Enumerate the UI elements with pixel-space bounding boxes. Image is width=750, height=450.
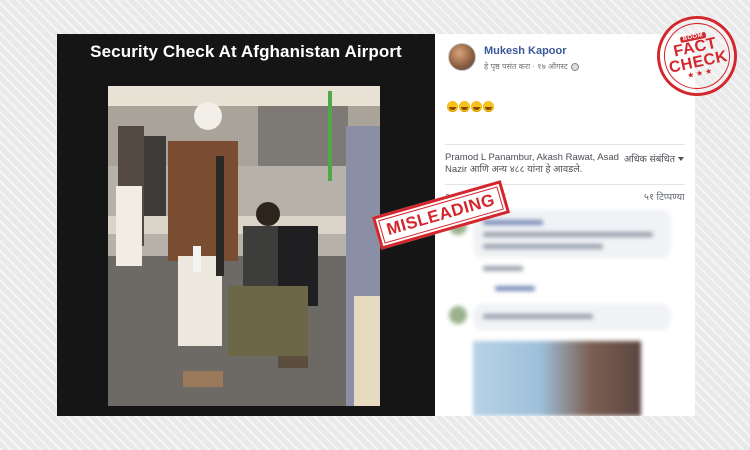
stamp-line-1: FACT bbox=[672, 34, 719, 61]
comment-line bbox=[483, 244, 603, 249]
rolling-on-floor-laughing-icon bbox=[483, 101, 494, 112]
chevron-down-icon bbox=[678, 157, 685, 162]
comment-line bbox=[483, 314, 593, 319]
comments-count[interactable]: ५१ टिप्पण्या bbox=[644, 190, 685, 203]
stamp-stars: ★★★ bbox=[686, 65, 716, 81]
post-meta-text[interactable]: हे पृष्ठ पसंत करा · १७ ऑगस्ट bbox=[484, 61, 568, 72]
stamp-line-2: CHECK bbox=[667, 47, 730, 77]
rolling-on-floor-laughing-icon bbox=[459, 101, 470, 112]
author-name[interactable]: Mukesh Kapoor bbox=[484, 45, 567, 57]
comment-sort-dropdown[interactable]: अधिक संबंधित bbox=[624, 152, 685, 165]
facebook-post-panel: Mukesh Kapoor हे पृष्ठ पसंत करा · १७ ऑगस… bbox=[435, 34, 695, 416]
comment-line bbox=[483, 220, 543, 225]
airport-security-photo[interactable] bbox=[108, 86, 380, 406]
globe-icon bbox=[570, 62, 579, 71]
reactions-summary[interactable]: Pramod L Panambur, Akash Rawat, Asad Naz… bbox=[445, 152, 625, 176]
comment-sort-label: अधिक संबंधित bbox=[624, 154, 676, 165]
comment-line bbox=[495, 286, 535, 291]
rolling-on-floor-laughing-icon bbox=[447, 101, 458, 112]
post-image-title: Security Check At Afghanistan Airport bbox=[90, 42, 402, 61]
comment-image-thumbnail bbox=[473, 341, 641, 416]
stamp-brand: BOOM bbox=[679, 31, 707, 44]
divider bbox=[445, 144, 685, 145]
post-text-emojis bbox=[447, 101, 494, 112]
author-avatar[interactable] bbox=[448, 43, 476, 71]
rolling-on-floor-laughing-icon bbox=[471, 101, 482, 112]
comment-avatar bbox=[449, 306, 467, 324]
comment-line bbox=[483, 232, 653, 237]
comment-line bbox=[483, 266, 523, 271]
post-meta: हे पृष्ठ पसंत करा · १७ ऑगस्ट bbox=[484, 61, 579, 72]
